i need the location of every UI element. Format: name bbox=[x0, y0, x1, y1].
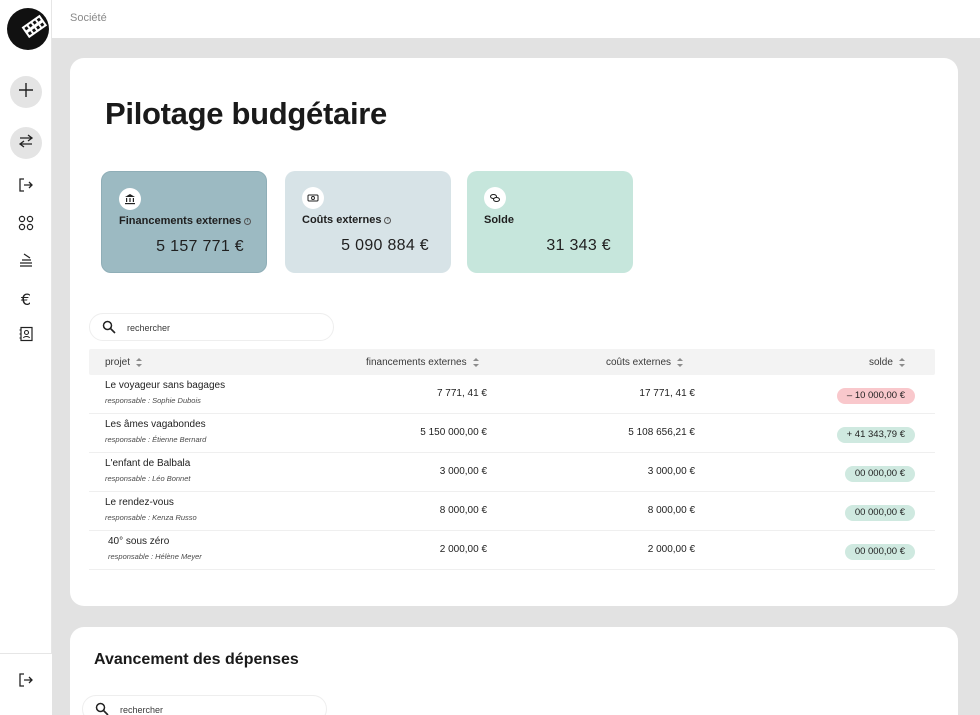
search-placeholder: rechercher bbox=[127, 323, 171, 333]
couts-value: 17 771, 41 € bbox=[639, 388, 695, 399]
topbar: Société bbox=[52, 0, 980, 38]
budget-card: Pilotage budgétaire Financements externe… bbox=[70, 58, 958, 606]
sort-icon bbox=[677, 358, 684, 367]
add-button[interactable] bbox=[10, 76, 42, 108]
couts-value: 8 000,00 € bbox=[647, 505, 695, 516]
column-couts[interactable]: coûts externes bbox=[606, 357, 684, 368]
contacts-icon bbox=[18, 326, 34, 347]
coins-icon bbox=[484, 187, 506, 209]
kpi-label: Financements externes bbox=[119, 215, 242, 227]
couts-value: 5 108 656,21 € bbox=[628, 427, 695, 438]
sort-icon bbox=[472, 358, 479, 367]
project-responsable: responsable : Sophie Dubois bbox=[105, 396, 201, 405]
breadcrumb[interactable]: Société bbox=[70, 12, 107, 24]
project-name: Les âmes vagabondes bbox=[105, 419, 206, 430]
logout-icon bbox=[18, 177, 34, 198]
column-projet[interactable]: projet bbox=[105, 357, 143, 368]
nav-grid[interactable] bbox=[10, 209, 42, 241]
sort-icon bbox=[136, 358, 143, 367]
search-input[interactable]: rechercher bbox=[89, 313, 334, 341]
logout-icon bbox=[18, 672, 34, 693]
solde-badge: + 41 343,79 € bbox=[836, 427, 915, 443]
page-title: Pilotage budgétaire bbox=[105, 96, 387, 131]
kpi-value: 31 343 € bbox=[546, 237, 611, 254]
app-logo[interactable] bbox=[7, 8, 49, 50]
project-name: 40° sous zéro bbox=[108, 536, 170, 547]
search-icon bbox=[102, 320, 116, 339]
project-responsable: responsable : Léo Bonnet bbox=[105, 474, 191, 483]
table-row[interactable]: 40° sous zéro responsable : Hélène Meyer… bbox=[89, 531, 935, 570]
couts-value: 2 000,00 € bbox=[647, 544, 695, 555]
solde-badge: 00 000,00 € bbox=[844, 544, 915, 560]
project-responsable: responsable : Kenza Russo bbox=[105, 513, 197, 522]
swap-button[interactable] bbox=[10, 127, 42, 159]
kpi-value: 5 090 884 € bbox=[341, 237, 429, 254]
bank-icon bbox=[119, 188, 141, 210]
kpi-label: Coûts externes bbox=[302, 214, 382, 226]
solde-badge: – 10 000,00 € bbox=[836, 388, 915, 404]
sort-icon bbox=[898, 358, 905, 367]
kpi-solde: Solde 31 343 € bbox=[467, 171, 633, 273]
financements-value: 8 000,00 € bbox=[439, 505, 487, 516]
nav-stack[interactable] bbox=[10, 246, 42, 278]
table-row[interactable]: L'enfant de Balbala responsable : Léo Bo… bbox=[89, 453, 935, 492]
column-financements[interactable]: financements externes bbox=[366, 357, 479, 368]
euro-icon: € bbox=[20, 289, 32, 309]
project-name: Le voyageur sans bagages bbox=[105, 380, 226, 391]
project-responsable: responsable : Étienne Bernard bbox=[105, 435, 207, 444]
nav-contacts[interactable] bbox=[10, 320, 42, 352]
search-icon bbox=[95, 702, 109, 715]
kpi-label: Solde bbox=[484, 214, 514, 226]
kpi-financements: Financements externes i 5 157 771 € bbox=[101, 171, 267, 273]
table-header: projet financements externes coûts exter… bbox=[89, 349, 935, 375]
sidebar-footer bbox=[0, 653, 52, 715]
financements-value: 7 771, 41 € bbox=[436, 388, 487, 399]
solde-badge: 00 000,00 € bbox=[844, 505, 915, 521]
search-input[interactable]: rechercher bbox=[82, 695, 327, 715]
project-name: L'enfant de Balbala bbox=[105, 458, 191, 469]
nav-exit[interactable] bbox=[10, 171, 42, 203]
table-row[interactable]: Les âmes vagabondes responsable : Étienn… bbox=[89, 414, 935, 453]
kpi-couts: Coûts externes i 5 090 884 € bbox=[285, 171, 451, 273]
table-row[interactable]: Le rendez-vous responsable : Kenza Russo… bbox=[89, 492, 935, 531]
budget-table: projet financements externes coûts exter… bbox=[89, 349, 935, 570]
financements-value: 3 000,00 € bbox=[439, 466, 487, 477]
project-responsable: responsable : Hélène Meyer bbox=[108, 552, 202, 561]
solde-badge: 00 000,00 € bbox=[844, 466, 915, 482]
couts-value: 3 000,00 € bbox=[647, 466, 695, 477]
stack-icon bbox=[18, 252, 34, 273]
sidebar: € bbox=[0, 0, 52, 715]
banknote-icon bbox=[302, 187, 324, 209]
info-icon[interactable]: i bbox=[244, 217, 252, 225]
kpi-value: 5 157 771 € bbox=[156, 238, 244, 255]
financements-value: 2 000,00 € bbox=[439, 544, 487, 555]
project-name: Le rendez-vous bbox=[105, 497, 174, 508]
search-placeholder: rechercher bbox=[120, 705, 164, 715]
info-icon[interactable]: i bbox=[384, 216, 392, 224]
swap-icon bbox=[18, 133, 34, 154]
plus-icon bbox=[18, 82, 34, 103]
logout-button[interactable] bbox=[10, 666, 42, 698]
expenses-progress-card: Avancement des dépenses rechercher bbox=[70, 627, 958, 715]
grid-icon bbox=[18, 215, 34, 236]
section-title: Avancement des dépenses bbox=[94, 651, 299, 668]
nav-euro[interactable]: € bbox=[10, 283, 42, 315]
table-row[interactable]: Le voyageur sans bagages responsable : S… bbox=[89, 375, 935, 414]
financements-value: 5 150 000,00 € bbox=[420, 427, 487, 438]
column-solde[interactable]: solde bbox=[869, 357, 905, 368]
